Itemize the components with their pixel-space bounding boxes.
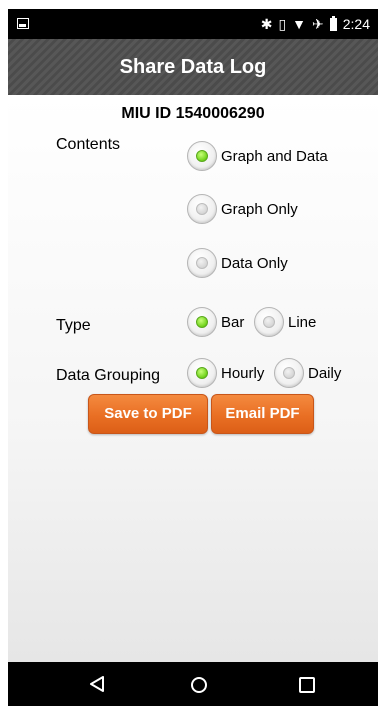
airplane-icon: ✈ — [312, 16, 324, 32]
radio-graph-and-data-circle[interactable] — [187, 141, 217, 171]
radio-line[interactable]: Line — [254, 307, 316, 337]
navigation-bar — [8, 662, 378, 706]
radio-daily[interactable]: Daily — [274, 358, 341, 388]
status-time: 2:24 — [342, 16, 370, 32]
radio-data-only[interactable]: Data Only — [187, 248, 288, 278]
status-icons: ✱ ▯ ▼ ✈ 2:24 — [261, 9, 370, 39]
wifi-icon: ▼ — [292, 16, 307, 32]
radio-unselected-dot — [283, 367, 295, 379]
radio-daily-circle[interactable] — [274, 358, 304, 388]
radio-unselected-dot — [196, 257, 208, 269]
radio-selected-dot — [196, 367, 208, 379]
radio-bar[interactable]: Bar — [187, 307, 244, 337]
radio-line-circle[interactable] — [254, 307, 284, 337]
radio-selected-dot — [196, 316, 208, 328]
miu-id-label: MIU ID 1540006290 — [121, 105, 265, 122]
contents-label: Contents — [56, 136, 121, 153]
radio-bar-label[interactable]: Bar — [221, 314, 244, 331]
bluetooth-icon: ✱ — [260, 16, 273, 32]
email-pdf-button[interactable]: Email PDF — [211, 394, 314, 434]
home-icon[interactable] — [191, 677, 207, 693]
radio-hourly-circle[interactable] — [187, 358, 217, 388]
vibrate-icon: ▯ — [278, 16, 287, 32]
device-frame: ✱ ▯ ▼ ✈ 2:24 Share Data Log MIU ID 15400… — [0, 0, 385, 714]
radio-unselected-dot — [196, 203, 208, 215]
gallery-icon — [17, 18, 29, 29]
back-icon[interactable] — [89, 676, 105, 692]
radio-graph-and-data[interactable]: Graph and Data — [187, 141, 328, 171]
page-title: Share Data Log — [119, 56, 267, 78]
radio-bar-circle[interactable] — [187, 307, 217, 337]
radio-data-only-label[interactable]: Data Only — [221, 255, 288, 272]
radio-graph-only[interactable]: Graph Only — [187, 194, 298, 224]
radio-line-label[interactable]: Line — [288, 314, 316, 331]
radio-selected-dot — [196, 150, 208, 162]
radio-graph-only-label[interactable]: Graph Only — [221, 201, 298, 218]
battery-icon — [329, 15, 337, 31]
screen: ✱ ▯ ▼ ✈ 2:24 Share Data Log MIU ID 15400… — [8, 9, 378, 706]
radio-unselected-dot — [263, 316, 275, 328]
status-bar: ✱ ▯ ▼ ✈ 2:24 — [8, 9, 378, 39]
title-bar: Share Data Log — [8, 39, 378, 95]
radio-data-only-circle[interactable] — [187, 248, 217, 278]
recents-icon[interactable] — [299, 677, 315, 693]
share-form: MIU ID 1540006290 Contents Graph and Dat… — [8, 95, 378, 662]
radio-graph-and-data-label[interactable]: Graph and Data — [221, 148, 328, 165]
radio-hourly-label[interactable]: Hourly — [221, 365, 264, 382]
radio-daily-label[interactable]: Daily — [308, 365, 341, 382]
save-to-pdf-button[interactable]: Save to PDF — [88, 394, 208, 434]
grouping-label: Data Grouping — [56, 367, 161, 384]
radio-graph-only-circle[interactable] — [187, 194, 217, 224]
type-label: Type — [56, 317, 91, 334]
radio-hourly[interactable]: Hourly — [187, 358, 264, 388]
